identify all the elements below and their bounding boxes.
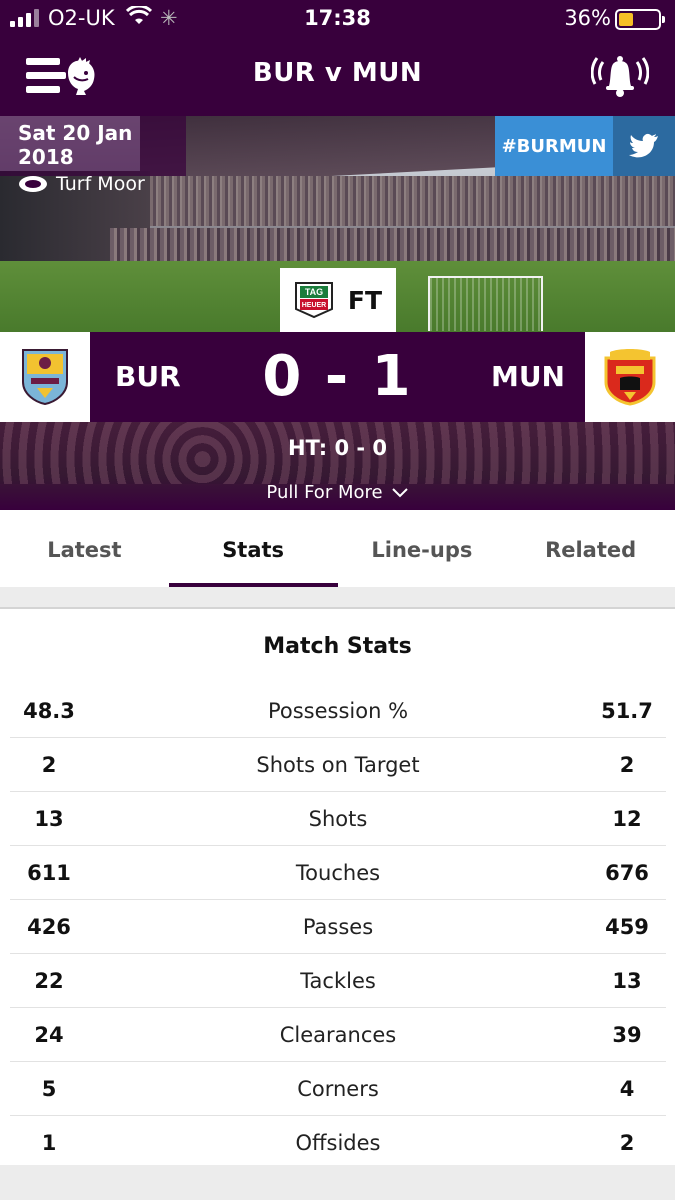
home-stat: 48.3: [23, 698, 75, 723]
stats-list[interactable]: 48.3 Possession % 51.7 2 Shots on Target…: [10, 684, 666, 1170]
away-stat: 2: [619, 1131, 635, 1155]
section-divider: [0, 587, 675, 607]
match-date: Sat 20 Jan 2018: [18, 121, 133, 169]
pull-for-more[interactable]: Pull For More: [0, 482, 675, 503]
home-stat: 5: [41, 1076, 57, 1101]
home-stat: 1: [41, 1131, 57, 1155]
match-stats-panel: Match Stats 48.3 Possession % 51.7 2 Sho…: [0, 607, 675, 1165]
stadium-icon: [19, 176, 47, 192]
away-stat: 459: [605, 914, 649, 939]
away-team-code: MUN: [490, 360, 565, 393]
home-stat: 426: [27, 914, 71, 939]
stat-label: Offsides: [295, 1131, 381, 1155]
stat-label: Passes: [302, 914, 374, 939]
away-crest-box[interactable]: [585, 332, 675, 422]
home-stat: 13: [34, 806, 64, 831]
stat-label: Clearances: [279, 1022, 397, 1047]
stat-row-corners: 5 Corners 4: [10, 1062, 666, 1116]
match-score: 0 - 1: [262, 344, 413, 409]
tab-stats[interactable]: Stats: [168, 510, 338, 587]
tab-related[interactable]: Related: [506, 510, 675, 587]
stat-label: Corners: [297, 1076, 379, 1101]
stat-label: Touches: [295, 860, 381, 885]
away-stat: 676: [605, 860, 649, 885]
match-venue: Turf Moor: [56, 173, 145, 195]
app-header: BUR v MUN: [0, 38, 675, 116]
stats-title: Match Stats: [263, 634, 412, 659]
half-time-score: HT: 0 - 0: [287, 436, 388, 460]
pull-label: Pull For More: [266, 482, 383, 503]
home-stat: 2: [41, 752, 57, 777]
away-stat: 2: [619, 752, 635, 777]
stat-label: Possession %: [267, 698, 409, 723]
stat-row-shots: 13 Shots 12: [10, 792, 666, 846]
stat-row-shots-on-target: 2 Shots on Target 2: [10, 738, 666, 792]
home-stat: 22: [34, 968, 64, 993]
svg-text:TAG: TAG: [305, 287, 323, 297]
stadium-banner: Sat 20 Jan 2018 Turf Moor #BURMUN TAG HE…: [0, 116, 675, 332]
stat-row-tackles: 22 Tackles 13: [10, 954, 666, 1008]
tag-heuer-logo: TAG HEUER: [294, 282, 333, 319]
man-united-crest: [604, 349, 656, 406]
goal-net: [428, 276, 543, 331]
status-bar: O2-UK ✳ 17:38 36%: [0, 0, 675, 38]
away-stat: 12: [612, 806, 642, 831]
away-stat: 39: [612, 1022, 642, 1047]
tab-bar: Latest Stats Line-ups Related: [0, 510, 675, 587]
stat-label: Shots on Target: [256, 752, 420, 777]
match-status-box: TAG HEUER FT: [280, 268, 396, 332]
hashtag-button[interactable]: #BURMUN: [495, 116, 613, 176]
twitter-button[interactable]: [613, 116, 675, 176]
home-stat: 611: [27, 860, 71, 885]
twitter-icon: [629, 133, 658, 158]
footer-gap: [0, 1165, 675, 1200]
bell-icon[interactable]: [591, 50, 649, 100]
stat-row-possession: 48.3 Possession % 51.7: [10, 684, 666, 738]
page-title: BUR v MUN: [252, 58, 423, 88]
home-stat: 24: [34, 1022, 64, 1047]
stat-row-offsides: 1 Offsides 2: [10, 1116, 666, 1170]
svg-text:HEUER: HEUER: [302, 302, 327, 309]
away-stat: 13: [612, 968, 642, 993]
battery-icon: [615, 9, 665, 30]
tab-latest[interactable]: Latest: [0, 510, 169, 587]
stat-row-touches: 611 Touches 676: [10, 846, 666, 900]
half-time-bar: HT: 0 - 0 Pull For More: [0, 422, 675, 510]
match-status: FT: [347, 285, 383, 315]
scoreboard: BUR 0 - 1 MUN: [0, 332, 675, 422]
away-stat: 4: [619, 1076, 635, 1101]
match-info: Sat 20 Jan 2018 Turf Moor: [0, 116, 186, 195]
stat-row-clearances: 24 Clearances 39: [10, 1008, 666, 1062]
stat-label: Shots: [308, 806, 368, 831]
battery-percent: 36%: [564, 6, 611, 30]
stat-label: Tackles: [300, 968, 376, 993]
away-stat: 51.7: [601, 698, 653, 723]
tab-line-ups[interactable]: Line-ups: [338, 510, 507, 587]
chevron-down-icon: [391, 487, 408, 497]
stat-row-passes: 426 Passes 459: [10, 900, 666, 954]
